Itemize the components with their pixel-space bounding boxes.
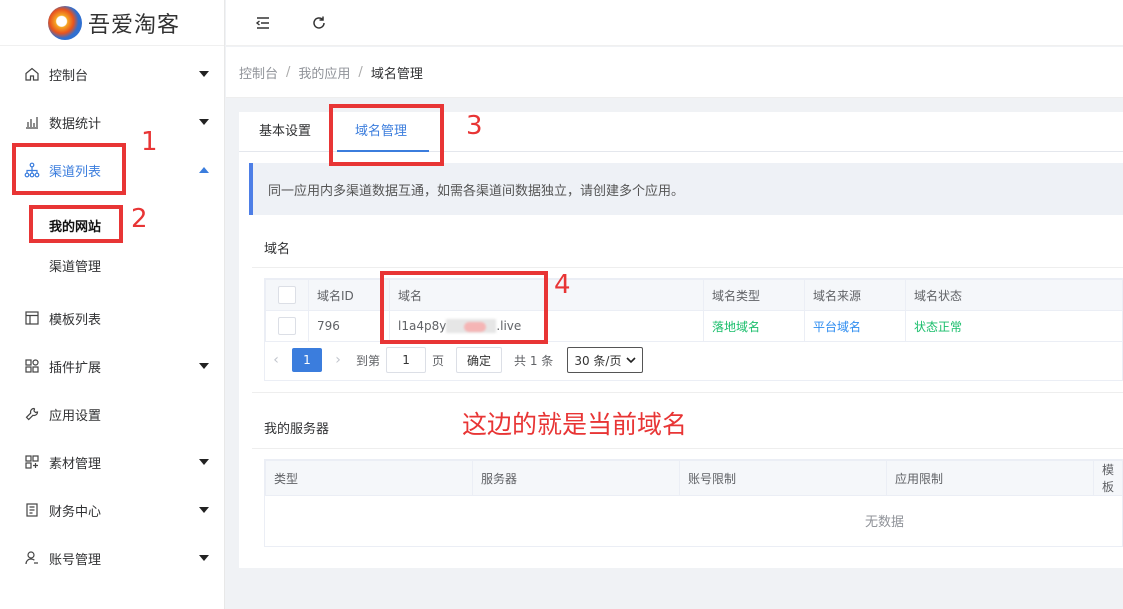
home-icon — [23, 65, 41, 83]
goto-label: 到第 — [356, 353, 381, 368]
annotation-note: 这边的就是当前域名 — [462, 410, 688, 439]
total-count: 共 1 条 — [514, 353, 554, 368]
info-alert: 同一应用内多渠道数据互通，如需各渠道间数据独立，请创建多个应用。 — [249, 163, 1123, 215]
column-header: 服务器 — [471, 460, 680, 496]
server-table: 类型 服务器 账号限制 应用限制 模板 — [265, 460, 1123, 496]
sidebar-item-templates[interactable]: 模板列表 — [0, 298, 225, 338]
top-header — [226, 0, 1123, 46]
row-select-cell — [265, 310, 309, 342]
domain-section-title: 域名 — [264, 242, 291, 257]
brand-logo[interactable]: 吾爱淘客 — [0, 0, 224, 46]
domain-status-cell: 状态正常 — [905, 310, 1123, 342]
layout-icon — [23, 309, 41, 327]
goto-page-input[interactable] — [386, 347, 427, 373]
page-size-value: 30 条/页 — [574, 353, 622, 368]
domain-type-cell: 落地域名 — [703, 310, 805, 342]
caret-down-icon — [199, 459, 209, 465]
breadcrumb-separator: / — [286, 64, 291, 80]
sidebar: 吾爱淘客 控制台 数据统计 渠道列表 我的网站 渠道管理 模板列表 插件扩展 应… — [0, 0, 225, 609]
sidebar-subitem-label: 渠道管理 — [49, 259, 102, 275]
sidebar-subitem-channel-management[interactable]: 渠道管理 — [0, 246, 225, 284]
domain-source-cell: 平台域名 — [804, 310, 906, 342]
annotation-box-3 — [329, 104, 444, 166]
breadcrumb-separator: / — [358, 64, 363, 80]
grid-icon — [23, 453, 41, 471]
sidebar-item-plugins[interactable]: 插件扩展 — [0, 346, 225, 386]
select-all-checkbox[interactable] — [278, 286, 296, 304]
column-header: 应用限制 — [885, 460, 1094, 496]
annotation-number-4: 4 — [554, 270, 571, 300]
annotation-box-1 — [12, 143, 126, 195]
annotation-number-1: 1 — [141, 127, 158, 157]
caret-down-icon — [199, 119, 209, 125]
row-checkbox[interactable] — [278, 317, 296, 335]
column-header: 域名状态 — [905, 279, 1123, 311]
user-icon — [23, 549, 41, 567]
column-header: 域名ID — [308, 279, 390, 311]
page-unit-label: 页 — [432, 353, 445, 368]
annotation-number-3: 3 — [466, 111, 483, 141]
page-size-select[interactable]: 30 条/页 — [567, 347, 644, 373]
domain-id-cell: 796 — [308, 310, 390, 342]
main-card: 基本设置 域名管理 同一应用内多渠道数据互通，如需各渠道间数据独立，请创建多个应… — [239, 112, 1123, 568]
sidebar-item-finance[interactable]: 财务中心 — [0, 490, 225, 530]
app-root: 吾爱淘客 控制台 数据统计 渠道列表 我的网站 渠道管理 模板列表 插件扩展 应… — [0, 0, 1123, 609]
bar-chart-icon — [23, 113, 41, 131]
column-header: 模板 — [1092, 460, 1123, 496]
pagination: ‹ 1 › 到第 页 确定 共 1 条 30 条/页 — [264, 345, 864, 375]
sidebar-item-label: 素材管理 — [49, 456, 102, 472]
sidebar-item-label: 数据统计 — [49, 116, 102, 132]
brand-name: 吾爱淘客 — [88, 12, 181, 38]
sidebar-item-materials[interactable]: 素材管理 — [0, 442, 225, 482]
sidebar-item-label: 账号管理 — [49, 552, 102, 568]
server-section-title: 我的服务器 — [264, 422, 330, 437]
breadcrumb-item-dashboard[interactable]: 控制台 — [239, 63, 278, 82]
annotation-box-2 — [29, 205, 123, 243]
caret-down-icon — [199, 71, 209, 77]
apps-icon — [23, 357, 41, 375]
sidebar-item-label: 应用设置 — [49, 408, 102, 424]
page-number-current[interactable]: 1 — [292, 348, 322, 372]
divider — [252, 392, 1123, 393]
sidebar-item-label: 插件扩展 — [49, 360, 102, 376]
sidebar-item-app-settings[interactable]: 应用设置 — [0, 394, 225, 434]
caret-down-icon — [199, 555, 209, 561]
sidebar-item-label: 财务中心 — [49, 504, 102, 520]
column-header: 域名类型 — [703, 279, 805, 311]
chevron-down-icon — [626, 357, 636, 364]
divider — [252, 448, 1123, 449]
sidebar-item-statistics[interactable]: 数据统计 — [0, 102, 225, 142]
select-all-cell — [265, 279, 309, 311]
breadcrumb-item-my-apps[interactable]: 我的应用 — [298, 63, 350, 82]
menu-fold-icon[interactable] — [245, 5, 281, 41]
divider — [252, 267, 1123, 268]
goto-confirm-button[interactable]: 确定 — [456, 347, 503, 373]
empty-state: 无数据 — [865, 515, 905, 530]
refresh-icon[interactable] — [301, 5, 337, 41]
breadcrumb-item-current: 域名管理 — [370, 66, 423, 82]
caret-down-icon — [199, 363, 209, 369]
next-page-icon[interactable]: › — [326, 352, 350, 368]
caret-up-icon — [199, 167, 209, 173]
finance-icon — [23, 501, 41, 519]
tab-basic-settings[interactable]: 基本设置 — [259, 112, 311, 152]
column-header: 账号限制 — [678, 460, 887, 496]
wrench-icon — [23, 405, 41, 423]
column-header: 域名来源 — [804, 279, 906, 311]
flame-logo-icon — [48, 5, 82, 40]
sidebar-item-label: 控制台 — [49, 68, 89, 84]
annotation-box-4 — [380, 271, 548, 344]
caret-down-icon — [199, 507, 209, 513]
breadcrumb: 控制台 / 我的应用 / 域名管理 — [226, 47, 1123, 98]
sidebar-item-account[interactable]: 账号管理 — [0, 538, 225, 578]
annotation-number-2: 2 — [131, 204, 148, 234]
column-header: 类型 — [265, 460, 473, 496]
sidebar-item-label: 模板列表 — [49, 312, 102, 328]
prev-page-icon[interactable]: ‹ — [264, 352, 288, 368]
sidebar-item-dashboard[interactable]: 控制台 — [0, 54, 225, 94]
